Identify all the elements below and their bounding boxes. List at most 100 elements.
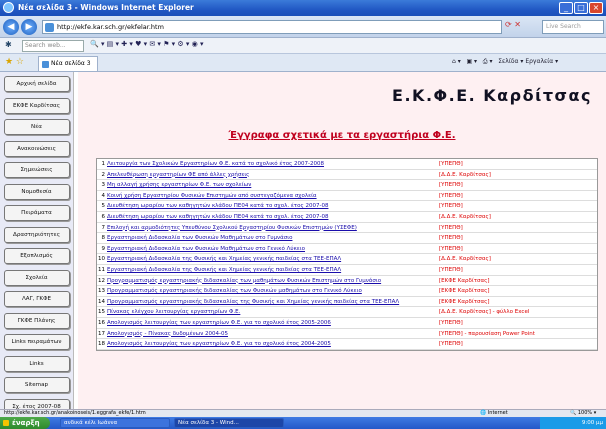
live-search-input[interactable]: Live Search — [542, 20, 604, 34]
sidebar-item[interactable]: Σχ. έτος 2007-08 — [3, 398, 70, 409]
row-number: 3 — [101, 182, 106, 189]
document-link[interactable]: Απολογισμός λειτουργίας των εργαστηρίων … — [107, 339, 437, 349]
document-source: [ΥΠΕΠΘ] — [439, 224, 463, 231]
search-toolbar: ✱ Search web... 🔍 ▾ ▤ ▾ ✚ ▾ ♥ ▾ ✉ ▾ ⚑ ▾ … — [0, 38, 606, 54]
table-row: 17 Απολογισμός - Πίνακας δυδομένων 2004-0… — [97, 329, 597, 340]
table-row: 8 Εργαστηριακή Διδασκαλία των Φυσικών Μαθ… — [97, 233, 597, 244]
sidebar-item[interactable]: Αρχική σελίδα — [3, 76, 70, 92]
document-link[interactable]: Εργαστηριακή Διδασκαλία της Φυσικής και … — [107, 265, 437, 275]
document-link[interactable]: Κοινή χρήση Εργαστηρίου Φυσικών Επιστημώ… — [107, 191, 437, 201]
row-number: 2 — [101, 171, 106, 178]
home-icon[interactable]: ⌂ ▾ — [452, 58, 461, 65]
document-source: [Δ.Δ.Ε. Καρδίτσας] — [439, 213, 491, 220]
document-link[interactable]: Προγραμματισμός εργαστηριακής διδασκαλία… — [107, 297, 437, 307]
sidebar-item[interactable]: Νέα — [3, 119, 70, 135]
sidebar-item[interactable]: Ανακοινώσεις — [3, 140, 70, 157]
maximize-button[interactable]: □ — [574, 2, 588, 14]
sidebar-item[interactable]: Νομοθεσία — [3, 183, 70, 200]
toolbar-logo-icon[interactable]: ✱ — [5, 40, 12, 49]
document-link[interactable]: Διευθέτηση ωραρίου των καθηγητών κλάδου … — [107, 201, 437, 211]
table-row: 5 Διευθέτηση ωραρίου των καθηγητών κλάδου… — [97, 201, 597, 212]
document-link[interactable]: Εργαστηριακή Διδασκαλία της Φυσικής και … — [107, 254, 437, 264]
document-link[interactable]: Εργαστηριακή Διδασκαλία των Φυσικών Μαθη… — [107, 233, 437, 243]
table-row: 14 Προγραμματισμός εργαστηριακής διδασκαλ… — [97, 297, 597, 308]
tab-current[interactable]: Νέα σελίδα 3 — [38, 56, 98, 71]
row-number: 6 — [101, 213, 106, 220]
page-tools-menu[interactable]: Σελίδα ▾ Εργαλεία ▾ — [498, 58, 558, 65]
security-zone: 🌐 Internet — [480, 410, 508, 416]
command-bar[interactable]: ⌂ ▾ ▣ ▾ ⎙ ▾ Σελίδα ▾ Εργαλεία ▾ — [452, 58, 558, 66]
sidebar-item[interactable]: Links πειραμάτων — [3, 334, 70, 350]
close-button[interactable]: × — [589, 2, 603, 14]
print-icon[interactable]: ⎙ ▾ — [483, 58, 493, 65]
windows-flag-icon — [3, 420, 9, 426]
zoom-value: 100% — [577, 410, 593, 416]
sidebar-item[interactable]: ΛΑΓ, ΓΚΦΕ — [3, 291, 70, 307]
document-link[interactable]: Επιλογή και αρμοδιότητες Υπευθύνου Σχολι… — [107, 223, 437, 233]
document-link[interactable]: Απελευθέρωση εργαστηρίων ΦΕ από άλλες χρ… — [107, 170, 437, 180]
sidebar-item[interactable]: Σχολεία — [3, 269, 70, 286]
document-link[interactable]: Διευθέτηση ωραρίου των καθηγητών κλάδου … — [107, 212, 437, 222]
site-title: Ε.Κ.Φ.Ε. Καρδίτσας — [392, 86, 592, 105]
sidebar-item[interactable]: Δραστηριότητες — [3, 226, 70, 243]
web-content: Αρχική σελίδα ΕΚΦΕ Καρδίτσας Νέα Ανακοινώσε… — [0, 72, 606, 409]
minimize-button[interactable]: _ — [559, 2, 573, 14]
sidebar-item[interactable]: Πειράματα — [3, 205, 70, 221]
table-row: 12 Προγραμματισμός εργαστηριακής διδασκαλ… — [97, 276, 597, 287]
tab-page-icon — [42, 61, 49, 68]
sidebar-item[interactable]: Εξοπλισμός — [3, 248, 70, 264]
url-field[interactable]: http://ekfe.kar.sch.gr/ekfelar.htm — [42, 20, 502, 34]
zoom-level[interactable]: 🔍 100% ▾ — [570, 410, 596, 417]
row-number: 18 — [98, 341, 105, 348]
documents-table: 1 Λειτουργία των Σχολικών Εργαστηρίων Φ.Ε… — [96, 158, 598, 351]
document-link[interactable]: Μη αλλαγή χρήσης εργαστηρίων Φ.Ε. των σχ… — [107, 180, 437, 190]
toolbar-buttons[interactable]: 🔍 ▾ ▤ ▾ ✚ ▾ ♥ ▾ ✉ ▾ ⚑ ▾ ⚙ ▾ ◉ ▾ — [90, 40, 203, 48]
table-row: 11 Εργαστηριακή Διδασκαλία της Φυσικής κα… — [97, 265, 597, 276]
taskbar: έναρξη ανδικά κέλι Ιωάννα Νέα σελίδα 3 -… — [0, 417, 606, 429]
back-button[interactable]: ◀ — [3, 19, 19, 35]
sidebar-item[interactable]: Links — [3, 355, 70, 372]
document-source: [ΕΚΦΕ Καρδίτσας] — [439, 277, 490, 284]
document-link[interactable]: Πίνακας ελέγχου λειτουργίας εργαστηρίων … — [107, 307, 437, 317]
document-link[interactable]: Εργαστηριακή Διδασκαλία των Φυσικών Μαθη… — [107, 244, 437, 254]
row-number: 17 — [98, 330, 105, 337]
row-number: 14 — [98, 298, 105, 305]
table-row: 15 Πίνακας ελέγχου λειτουργίας εργαστηρίω… — [97, 307, 597, 318]
table-row: 4 Κοινή χρήση Εργαστηρίου Φυσικών Επιστημ… — [97, 191, 597, 202]
page-heading: Έγγραφα σχετικά με τα εργαστήρια Φ.Ε. — [228, 130, 456, 141]
sidebar-item[interactable]: ΕΚΦΕ Καρδίτσας — [3, 97, 70, 114]
document-source: [ΥΠΕΠΘ] — [439, 182, 463, 189]
status-bar: http://ekfe.kar.sch.gr/anakoinoseis/1.eg… — [0, 409, 606, 417]
toolbar-search-placeholder: Search web... — [25, 42, 66, 49]
forward-button[interactable]: ▶ — [21, 19, 37, 35]
document-link[interactable]: Προγραμματισμός εργαστηριακής διδασκαλία… — [107, 276, 437, 286]
taskbar-item[interactable]: ανδικά κέλι Ιωάννα — [60, 418, 170, 428]
row-number: 8 — [101, 235, 106, 242]
document-source: [Δ.Δ.Ε. Καρδίτσας] - φύλλο Excel — [439, 309, 530, 316]
document-source: [ΥΠΕΠΘ] — [439, 245, 463, 252]
table-row: 13 Προγραμματισμός εργαστηριακής διδασκαλ… — [97, 286, 597, 297]
document-link[interactable]: Απολογισμός - Πίνακας δυδομένων 2004-05 — [107, 329, 437, 339]
document-link[interactable]: Προγραμματισμός εργαστηριακής διδασκαλία… — [107, 286, 437, 296]
favorites-star-icon[interactable]: ★ ☆ — [5, 57, 24, 67]
sidebar-item[interactable]: ΓΚΦΕ Πλάνης — [3, 312, 70, 329]
feeds-icon[interactable]: ▣ ▾ — [466, 58, 477, 65]
document-link[interactable]: Λειτουργία των Σχολικών Εργαστηρίων Φ.Ε.… — [107, 159, 437, 169]
taskbar-item-active[interactable]: Νέα σελίδα 3 - Wind... — [174, 418, 284, 428]
refresh-stop-icons[interactable]: ⟳ ✕ — [505, 20, 541, 34]
start-button[interactable]: έναρξη — [0, 417, 50, 429]
document-source: [Δ.Δ.Ε. Καρδίτσας] — [439, 171, 491, 178]
row-number: 4 — [101, 192, 106, 199]
document-link[interactable]: Απολογισμός λειτουργίας των εργαστηρίων … — [107, 318, 437, 328]
table-row: 6 Διευθέτηση ωραρίου των καθηγητών κλάδου… — [97, 212, 597, 223]
row-number: 1 — [101, 161, 106, 167]
row-number: 9 — [101, 245, 106, 252]
sidebar-item[interactable]: Σημειώσεις — [3, 162, 70, 178]
row-number: 15 — [98, 309, 105, 316]
table-row: 16 Απολογισμός λειτουργίας των εργαστηρίω… — [97, 318, 597, 329]
clock: 9:00 μμ — [581, 420, 603, 426]
toolbar-search-input[interactable]: Search web... — [22, 40, 84, 52]
sidebar-item[interactable]: Sitemap — [3, 377, 70, 393]
tab-label: Νέα σελίδα 3 — [51, 60, 91, 67]
document-source: [ΥΠΕΠΘ] — [439, 192, 463, 199]
